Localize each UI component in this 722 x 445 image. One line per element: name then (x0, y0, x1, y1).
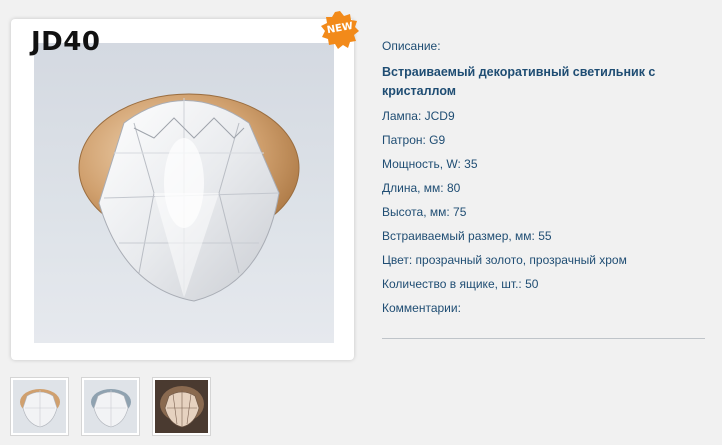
new-badge: NEW (320, 10, 360, 50)
spec-comments: Комментарии: (382, 301, 461, 315)
divider (382, 338, 705, 339)
product-image-card: JD40 (11, 19, 354, 360)
description-label: Описание: (382, 39, 441, 53)
spec-cutout: Встраиваемый размер, мм: 55 (382, 229, 552, 243)
thumbnail-gold[interactable] (10, 377, 69, 436)
thumbnail-gold-image (13, 380, 66, 433)
spec-socket: Патрон: G9 (382, 133, 446, 147)
thumbnail-chrome-image (84, 380, 137, 433)
product-model: JD40 (31, 27, 101, 57)
spec-height: Высота, мм: 75 (382, 205, 467, 219)
product-title: Встраиваемый декоративный светильник с к… (382, 65, 656, 98)
spec-power: Мощность, W: 35 (382, 157, 478, 171)
spec-box-quantity: Количество в ящике, шт.: 50 (382, 277, 539, 291)
spec-lamp: Лампа: JCD9 (382, 109, 455, 123)
thumbnail-lit[interactable] (152, 377, 211, 436)
crystal-lamp-image (78, 93, 300, 302)
thumbnail-lit-image (155, 380, 208, 433)
spec-length: Длина, мм: 80 (382, 181, 461, 195)
thumbnail-chrome[interactable] (81, 377, 140, 436)
product-photo[interactable] (34, 43, 334, 343)
spec-color: Цвет: прозрачный золото, прозрачный хром (382, 253, 627, 267)
